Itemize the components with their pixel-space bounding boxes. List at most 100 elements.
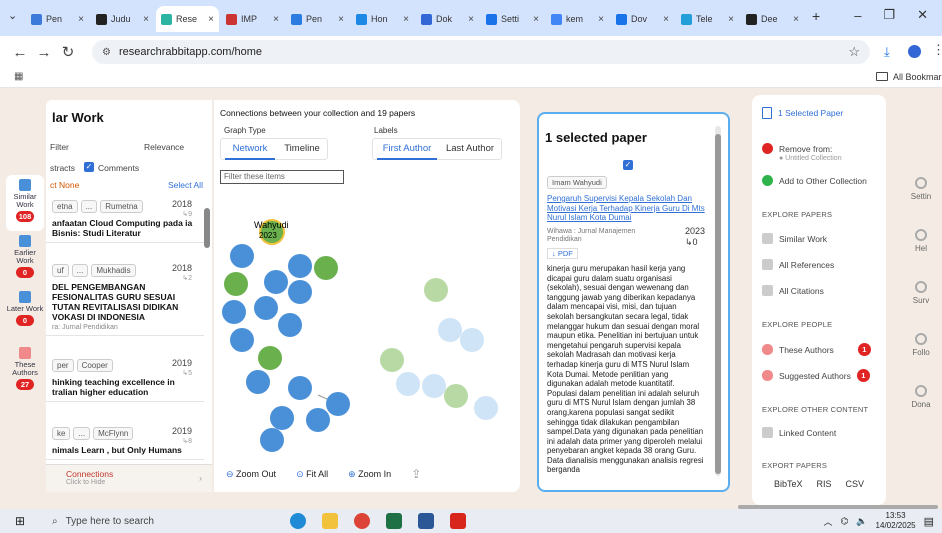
- author-chip[interactable]: McFlynn: [93, 427, 134, 440]
- graph-node[interactable]: [396, 372, 420, 396]
- all-references-button[interactable]: All References: [779, 260, 834, 270]
- card-title[interactable]: nimals Learn , but Only Humans: [52, 445, 198, 455]
- graph-node[interactable]: [288, 376, 312, 400]
- author-chip[interactable]: ke: [52, 427, 71, 440]
- browser-tab[interactable]: Pen ×: [26, 6, 89, 32]
- network-icon[interactable]: ⌬: [840, 516, 848, 527]
- all-bookmarks-folder-icon[interactable]: [876, 72, 888, 81]
- suggested-authors-button[interactable]: Suggested Authors: [779, 371, 851, 381]
- graph-node[interactable]: [224, 272, 248, 296]
- close-window-button[interactable]: ✕: [917, 7, 928, 23]
- list-item[interactable]: per Cooper 2019 ↳5 hinking teaching excellen…: [46, 355, 204, 402]
- settings-item[interactable]: Settin: [900, 175, 942, 227]
- filter-input[interactable]: Filter: [50, 142, 69, 152]
- export-graph-icon[interactable]: ⇪: [411, 467, 421, 481]
- graph-node[interactable]: [278, 313, 302, 337]
- card-title[interactable]: anfaatan Cloud Computing pada ia Bisnis:…: [52, 218, 198, 238]
- browser-tab[interactable]: Dee ×: [741, 6, 804, 32]
- settings-item[interactable]: Follo: [900, 331, 942, 383]
- author-chip[interactable]: uf: [52, 264, 69, 277]
- browser-tab[interactable]: Hon ×: [351, 6, 414, 32]
- graph-node[interactable]: [230, 244, 254, 268]
- edge-icon[interactable]: [290, 513, 306, 529]
- author-chip[interactable]: etna: [52, 200, 78, 213]
- graph-node[interactable]: [246, 370, 270, 394]
- graph-node[interactable]: [264, 270, 288, 294]
- url-field[interactable]: ⚙ researchrabbitapp.com/home ☆: [92, 40, 870, 64]
- rail-item[interactable]: These Authors 27: [6, 343, 44, 399]
- apps-grid-icon[interactable]: ▦: [14, 71, 23, 82]
- volume-icon[interactable]: 🔈: [856, 516, 867, 527]
- browser-tab[interactable]: Dok ×: [416, 6, 479, 32]
- author-chip[interactable]: Rumetna: [100, 200, 143, 213]
- author-chip[interactable]: ...: [80, 200, 98, 213]
- graph-node[interactable]: [444, 384, 468, 408]
- graph-node[interactable]: [474, 396, 498, 420]
- bookmark-star-icon[interactable]: ☆: [848, 44, 860, 60]
- download-icon[interactable]: ⤓: [884, 44, 890, 60]
- author-chip[interactable]: Mukhadis: [91, 264, 136, 277]
- abstract-scroll-thumb[interactable]: [715, 134, 721, 474]
- browser-tab[interactable]: Rese ×: [156, 6, 219, 32]
- selected-checkbox[interactable]: ✓: [623, 160, 633, 170]
- list-item[interactable]: uf... Mukhadis 2018 ↳2 DEL PENGEMBANGAN FESI…: [46, 260, 204, 336]
- remove-from-button[interactable]: Remove from:: [779, 144, 832, 154]
- reload-button[interactable]: ↻: [56, 43, 80, 61]
- export-ris-button[interactable]: RIS: [817, 479, 832, 489]
- zoom-out-button[interactable]: ⊖ Zoom Out: [226, 469, 276, 480]
- select-none-link[interactable]: ct None: [50, 180, 79, 190]
- tab-close-icon[interactable]: ×: [143, 14, 149, 25]
- export-bibtex-button[interactable]: BibTeX: [774, 479, 803, 489]
- rail-item[interactable]: Similar Work 108: [6, 175, 44, 231]
- rail-item[interactable]: Later Work 0: [6, 287, 44, 343]
- graph-node[interactable]: [288, 280, 312, 304]
- select-all-link[interactable]: Select All: [168, 180, 203, 190]
- comments-checkbox[interactable]: ✓: [84, 162, 94, 172]
- rail-item[interactable]: Earlier Work 0: [6, 231, 44, 287]
- graph-node[interactable]: [254, 296, 278, 320]
- graph-node[interactable]: [270, 406, 294, 430]
- tab-close-icon[interactable]: ×: [598, 14, 604, 25]
- chrome-icon[interactable]: [354, 513, 370, 529]
- restore-button[interactable]: ❐: [883, 7, 895, 23]
- graph-node[interactable]: [258, 346, 282, 370]
- graph-node[interactable]: [222, 300, 246, 324]
- minimize-button[interactable]: –: [854, 8, 861, 23]
- tray-chevron-icon[interactable]: ︿: [823, 515, 832, 528]
- tab-first-author[interactable]: First Author: [377, 139, 437, 160]
- tab-close-icon[interactable]: ×: [533, 14, 539, 25]
- word-icon[interactable]: [418, 513, 434, 529]
- browser-tab[interactable]: Judu ×: [91, 6, 154, 32]
- graph-node[interactable]: [380, 348, 404, 372]
- excel-icon[interactable]: [386, 513, 402, 529]
- browser-tab[interactable]: Setti ×: [481, 6, 544, 32]
- graph-node[interactable]: [288, 254, 312, 278]
- browser-menu-icon[interactable]: ⋮: [932, 42, 942, 58]
- tab-close-icon[interactable]: ×: [273, 14, 279, 25]
- graph-node[interactable]: [438, 318, 462, 342]
- graph-node[interactable]: [326, 392, 350, 416]
- graph-node[interactable]: [424, 278, 448, 302]
- new-tab-button[interactable]: +: [812, 8, 820, 24]
- clock[interactable]: 13:53 14/02/2025: [876, 511, 916, 531]
- settings-item[interactable]: Surv: [900, 279, 942, 331]
- these-authors-button[interactable]: These Authors: [779, 345, 834, 355]
- tab-timeline[interactable]: Timeline: [277, 139, 327, 158]
- paper-title-link[interactable]: Pengaruh Supervisi Kepala Sekolah Dan Mo…: [547, 194, 705, 223]
- browser-tab[interactable]: Pen ×: [286, 6, 349, 32]
- filter-items-input[interactable]: Filter these items: [220, 170, 344, 184]
- browser-tab[interactable]: kem ×: [546, 6, 609, 32]
- graph-node[interactable]: [314, 256, 338, 280]
- all-citations-button[interactable]: All Citations: [779, 286, 824, 296]
- author-chip[interactable]: ...: [71, 264, 89, 277]
- tab-close-icon[interactable]: ×: [78, 14, 84, 25]
- file-explorer-icon[interactable]: [322, 513, 338, 529]
- network-graph[interactable]: Wahyudi2023: [214, 190, 520, 456]
- browser-tab[interactable]: IMP ×: [221, 6, 284, 32]
- graph-node[interactable]: [260, 428, 284, 452]
- list-scrollbar[interactable]: [204, 208, 210, 248]
- abstract-scrollbar[interactable]: [715, 126, 721, 476]
- add-to-collection-button[interactable]: Add to Other Collection: [779, 176, 867, 186]
- back-button[interactable]: ←: [8, 44, 32, 61]
- list-item[interactable]: ke... McFlynn 2019 ↳8 nimals Learn , but Onl…: [46, 423, 204, 460]
